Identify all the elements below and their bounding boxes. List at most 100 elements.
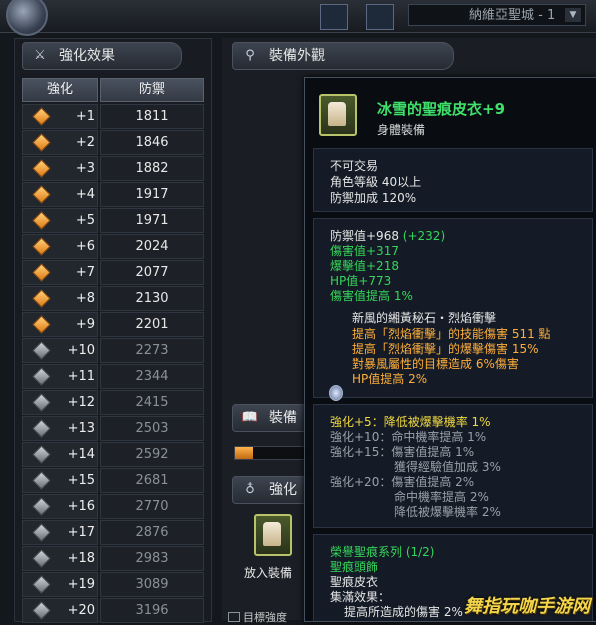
defense-value: 2770 bbox=[100, 494, 204, 519]
item-slot[interactable] bbox=[254, 514, 292, 556]
level-cell: +13 bbox=[22, 416, 98, 441]
defense-value: 3196 bbox=[100, 598, 204, 623]
level-value: +9 bbox=[75, 317, 95, 332]
tooltip-header: 冰雪的聖痕皮衣+9 身體裝備 bbox=[313, 86, 589, 138]
defense-value: 1917 bbox=[100, 182, 204, 207]
level-cell: +16 bbox=[22, 494, 98, 519]
level-value: +3 bbox=[75, 161, 95, 176]
gem-icon bbox=[32, 523, 51, 542]
gem-icon bbox=[32, 497, 51, 516]
chevron-down-icon[interactable]: ▼ bbox=[565, 8, 581, 22]
table-row: +6 2024 bbox=[22, 234, 204, 259]
level-cell: +18 bbox=[22, 546, 98, 571]
gem-icon bbox=[32, 471, 51, 490]
defense-value: 2273 bbox=[100, 338, 204, 363]
table-row: +8 2130 bbox=[22, 286, 204, 311]
level-value: +20 bbox=[67, 603, 95, 618]
defense-value: 2415 bbox=[100, 390, 204, 415]
defense-value: 1846 bbox=[100, 130, 204, 155]
table-row: +18 2983 bbox=[22, 546, 204, 571]
equip-subpanel bbox=[222, 400, 312, 620]
level-cell: +9 bbox=[22, 312, 98, 337]
table-row: +16 2770 bbox=[22, 494, 204, 519]
level-cell: +1 bbox=[22, 104, 98, 129]
gem-icon bbox=[32, 237, 51, 256]
level-value: +2 bbox=[75, 135, 95, 150]
enhance2-header: ♁ 強化 bbox=[232, 476, 314, 504]
defense-value: 1811 bbox=[100, 104, 204, 129]
sword-icon: ⚔ bbox=[34, 48, 46, 63]
defense-value: 2077 bbox=[100, 260, 204, 285]
defense-value: 2130 bbox=[100, 286, 204, 311]
gem-icon bbox=[32, 445, 51, 464]
defense-value: 2681 bbox=[100, 468, 204, 493]
basic-line: 角色等級 40以上 bbox=[330, 175, 422, 189]
item-type: 身體裝備 bbox=[377, 123, 426, 137]
server-selector[interactable]: 納維亞聖城 - 1 ▼ bbox=[408, 4, 586, 26]
progress-fill bbox=[235, 447, 254, 459]
gem-icon bbox=[32, 107, 51, 126]
stat-line: 傷害值提高 1% bbox=[330, 289, 413, 303]
socket-title: 新風的緗黃秘石・烈焰衝擊 bbox=[352, 311, 497, 325]
table-row: +4 1917 bbox=[22, 182, 204, 207]
table-row: +9 2201 bbox=[22, 312, 204, 337]
level-value: +13 bbox=[67, 421, 95, 436]
gem-icon bbox=[32, 601, 51, 620]
gem-icon bbox=[32, 549, 51, 568]
appearance-title: 裝備外觀 bbox=[269, 48, 325, 64]
buff-icon[interactable] bbox=[320, 4, 348, 30]
col-header-defense: 防禦 bbox=[100, 78, 204, 102]
table-row: +12 2415 bbox=[22, 390, 204, 415]
equip-progress-bar bbox=[234, 446, 312, 460]
table-row: +1 1811 bbox=[22, 104, 204, 129]
defense-value: 2983 bbox=[100, 546, 204, 571]
level-value: +8 bbox=[75, 291, 95, 306]
gem-icon bbox=[32, 185, 51, 204]
table-row: +3 1882 bbox=[22, 156, 204, 181]
table-row: +19 3089 bbox=[22, 572, 204, 597]
item-icon bbox=[319, 94, 357, 136]
level-value: +6 bbox=[75, 239, 95, 254]
equip-title: 裝備 bbox=[269, 410, 297, 426]
level-cell: +11 bbox=[22, 364, 98, 389]
defense-value: 3089 bbox=[100, 572, 204, 597]
level-cell: +14 bbox=[22, 442, 98, 467]
gem-icon bbox=[32, 575, 51, 594]
tool-icon[interactable] bbox=[366, 4, 394, 30]
defense-value: 防禦值+968 bbox=[330, 229, 399, 243]
level-value: +4 bbox=[75, 187, 95, 202]
table-row: +7 2077 bbox=[22, 260, 204, 285]
equip-header: 📖 裝備 bbox=[232, 404, 314, 432]
gem-icon bbox=[32, 133, 51, 152]
enhance-effect-title: 強化效果 bbox=[59, 48, 115, 64]
server-name: 納維亞聖城 - 1 bbox=[469, 8, 556, 23]
table-row: +20 3196 bbox=[22, 598, 204, 623]
level-value: +15 bbox=[67, 473, 95, 488]
level-cell: +2 bbox=[22, 130, 98, 155]
book-icon: 📖 bbox=[241, 410, 259, 425]
vest-icon bbox=[328, 102, 346, 126]
socket-gem-icon bbox=[329, 385, 343, 401]
defense-value: 2024 bbox=[100, 234, 204, 259]
table-row: +10 2273 bbox=[22, 338, 204, 363]
defense-value: 1971 bbox=[100, 208, 204, 233]
table-row: +5 1971 bbox=[22, 208, 204, 233]
level-cell: +4 bbox=[22, 182, 98, 207]
gem-icon bbox=[32, 341, 51, 360]
level-cell: +19 bbox=[22, 572, 98, 597]
level-cell: +5 bbox=[22, 208, 98, 233]
enhance-bonus-section: 強化+5：降低被爆擊機率 1% 強化+10：命中機率提高 1% 強化+15：傷害… bbox=[313, 404, 593, 528]
enhance2-title: 強化 bbox=[269, 482, 297, 498]
defense-value: 2201 bbox=[100, 312, 204, 337]
bag-icon: ♁ bbox=[245, 482, 255, 497]
target-checkbox-label: 目標強度 bbox=[243, 611, 287, 624]
gem-icon bbox=[32, 393, 51, 412]
target-checkbox[interactable] bbox=[228, 612, 240, 622]
gem-icon bbox=[32, 211, 51, 230]
table-row: +2 1846 bbox=[22, 130, 204, 155]
gem-icon bbox=[32, 367, 51, 386]
table-row: +15 2681 bbox=[22, 468, 204, 493]
basic-line: 不可交易 bbox=[330, 159, 379, 173]
set-effect: 提高所造成的傷害 2% bbox=[344, 605, 463, 619]
level-value: +7 bbox=[75, 265, 95, 280]
